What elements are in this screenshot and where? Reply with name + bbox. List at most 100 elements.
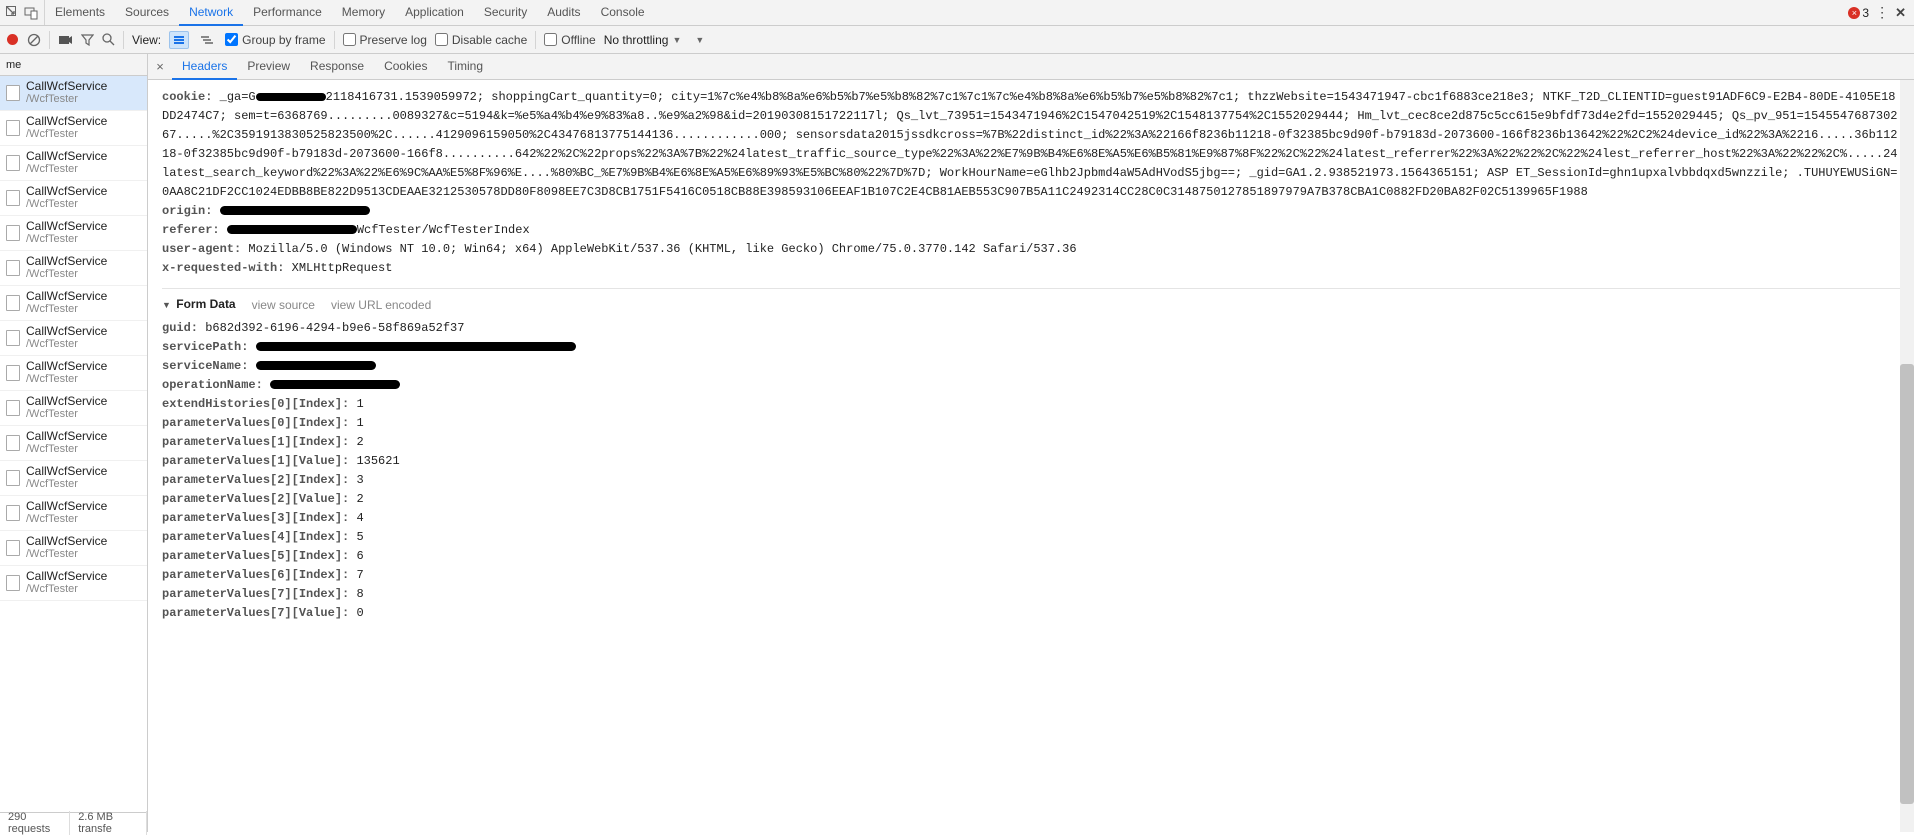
form-value: 5 bbox=[356, 530, 363, 544]
form-value: 135621 bbox=[356, 454, 399, 468]
record-icon[interactable] bbox=[6, 33, 19, 46]
separator bbox=[334, 31, 335, 49]
request-name: CallWcfService bbox=[26, 570, 107, 583]
redacted-value bbox=[256, 342, 576, 351]
request-row[interactable]: CallWcfService/WcfTester bbox=[0, 566, 147, 601]
filter-icon[interactable] bbox=[81, 33, 94, 46]
section-toggle[interactable]: ▼ Form Data bbox=[162, 295, 236, 315]
request-path: /WcfTester bbox=[26, 583, 107, 596]
request-row[interactable]: CallWcfService/WcfTester bbox=[0, 286, 147, 321]
request-path: /WcfTester bbox=[26, 163, 107, 176]
request-row[interactable]: CallWcfService/WcfTester bbox=[0, 496, 147, 531]
clear-icon[interactable] bbox=[27, 33, 41, 47]
view-url-encoded-link[interactable]: view URL encoded bbox=[331, 296, 431, 315]
request-row[interactable]: CallWcfService/WcfTester bbox=[0, 111, 147, 146]
request-row[interactable]: CallWcfService/WcfTester bbox=[0, 216, 147, 251]
view-waterfall-icon[interactable] bbox=[197, 31, 217, 49]
device-toggle-icon[interactable] bbox=[24, 6, 38, 20]
triangle-down-icon: ▼ bbox=[162, 300, 171, 310]
request-name: CallWcfService bbox=[26, 325, 107, 338]
document-icon bbox=[6, 260, 20, 276]
request-path: /WcfTester bbox=[26, 233, 107, 246]
camera-icon[interactable] bbox=[58, 33, 73, 46]
form-data-row: extendHistories[0][Index]: 1 bbox=[162, 395, 1900, 414]
form-data-row: parameterValues[2][Value]: 2 bbox=[162, 490, 1900, 509]
detail-subtabs: × HeadersPreviewResponseCookiesTiming bbox=[148, 54, 1914, 80]
form-key: parameterValues[6][Index]: bbox=[162, 568, 349, 582]
form-data-row: parameterValues[4][Index]: 5 bbox=[162, 528, 1900, 547]
document-icon bbox=[6, 435, 20, 451]
form-value: 8 bbox=[356, 587, 363, 601]
form-data-row: servicePath: bbox=[162, 338, 1900, 357]
form-key: parameterValues[1][Value]: bbox=[162, 454, 349, 468]
network-toolbar: View: Group by frame Preserve log Disabl… bbox=[0, 26, 1914, 54]
close-devtools-icon[interactable]: ✕ bbox=[1895, 5, 1906, 21]
request-row[interactable]: CallWcfService/WcfTester bbox=[0, 76, 147, 111]
request-path: /WcfTester bbox=[26, 198, 107, 211]
chevron-down-icon[interactable]: ▼ bbox=[695, 35, 704, 45]
document-icon bbox=[6, 225, 20, 241]
tab-network[interactable]: Network bbox=[179, 1, 243, 25]
form-key: extendHistories[0][Index]: bbox=[162, 397, 349, 411]
request-path: /WcfTester bbox=[26, 478, 107, 491]
view-label: View: bbox=[132, 33, 161, 47]
subtab-response[interactable]: Response bbox=[300, 54, 374, 79]
tab-elements[interactable]: Elements bbox=[45, 1, 115, 25]
request-name: CallWcfService bbox=[26, 535, 107, 548]
referer-suffix: WcfTester/WcfTesterIndex bbox=[357, 223, 530, 237]
subtab-preview[interactable]: Preview bbox=[237, 54, 300, 79]
error-counter[interactable]: × 3 bbox=[1848, 6, 1869, 20]
offline-checkbox[interactable]: Offline bbox=[544, 33, 595, 47]
request-row[interactable]: CallWcfService/WcfTester bbox=[0, 146, 147, 181]
form-key: parameterValues[2][Value]: bbox=[162, 492, 349, 506]
close-detail-icon[interactable]: × bbox=[148, 59, 172, 74]
tab-performance[interactable]: Performance bbox=[243, 1, 332, 25]
request-row[interactable]: CallWcfService/WcfTester bbox=[0, 321, 147, 356]
form-key: guid: bbox=[162, 321, 198, 335]
request-path: /WcfTester bbox=[26, 408, 107, 421]
view-source-link[interactable]: view source bbox=[252, 296, 315, 315]
document-icon bbox=[6, 540, 20, 556]
subtab-headers[interactable]: Headers bbox=[172, 54, 237, 79]
form-key: parameterValues[7][Index]: bbox=[162, 587, 349, 601]
request-row[interactable]: CallWcfService/WcfTester bbox=[0, 426, 147, 461]
tab-audits[interactable]: Audits bbox=[537, 1, 590, 25]
request-list[interactable]: CallWcfService/WcfTesterCallWcfService/W… bbox=[0, 76, 147, 812]
tab-memory[interactable]: Memory bbox=[332, 1, 395, 25]
group-by-frame-checkbox[interactable]: Group by frame bbox=[225, 33, 325, 47]
request-row[interactable]: CallWcfService/WcfTester bbox=[0, 461, 147, 496]
tab-application[interactable]: Application bbox=[395, 1, 474, 25]
more-options-icon[interactable]: ⋮ bbox=[1875, 4, 1889, 21]
request-row[interactable]: CallWcfService/WcfTester bbox=[0, 251, 147, 286]
form-key: parameterValues[2][Index]: bbox=[162, 473, 349, 487]
request-row[interactable]: CallWcfService/WcfTester bbox=[0, 356, 147, 391]
view-list-icon[interactable] bbox=[169, 31, 189, 49]
disable-cache-checkbox[interactable]: Disable cache bbox=[435, 33, 527, 47]
request-row[interactable]: CallWcfService/WcfTester bbox=[0, 531, 147, 566]
status-requests: 290 requests bbox=[0, 811, 70, 835]
tab-console[interactable]: Console bbox=[591, 1, 655, 25]
request-row[interactable]: CallWcfService/WcfTester bbox=[0, 181, 147, 216]
form-data-row: serviceName: bbox=[162, 357, 1900, 376]
request-list-header[interactable]: me bbox=[0, 54, 147, 76]
form-data-row: parameterValues[1][Value]: 135621 bbox=[162, 452, 1900, 471]
detail-panel: × HeadersPreviewResponseCookiesTiming co… bbox=[148, 54, 1914, 832]
detail-body[interactable]: cookie: _ga=G2118416731.1539059972; shop… bbox=[148, 80, 1914, 832]
document-icon bbox=[6, 330, 20, 346]
header-key-referer: referer: bbox=[162, 223, 220, 237]
throttling-select[interactable]: No throttling▼ bbox=[604, 33, 682, 47]
search-icon[interactable] bbox=[102, 33, 115, 46]
subtab-timing[interactable]: Timing bbox=[437, 54, 493, 79]
subtab-cookies[interactable]: Cookies bbox=[374, 54, 437, 79]
request-row[interactable]: CallWcfService/WcfTester bbox=[0, 391, 147, 426]
preserve-log-checkbox[interactable]: Preserve log bbox=[343, 33, 427, 47]
request-name: CallWcfService bbox=[26, 150, 107, 163]
inspect-icon[interactable] bbox=[6, 6, 20, 20]
right-scrollbar-thumb[interactable] bbox=[1900, 364, 1914, 804]
tab-sources[interactable]: Sources bbox=[115, 1, 179, 25]
tab-security[interactable]: Security bbox=[474, 1, 537, 25]
header-key-origin: origin: bbox=[162, 204, 212, 218]
request-name: CallWcfService bbox=[26, 185, 107, 198]
document-icon bbox=[6, 400, 20, 416]
request-name: CallWcfService bbox=[26, 220, 107, 233]
